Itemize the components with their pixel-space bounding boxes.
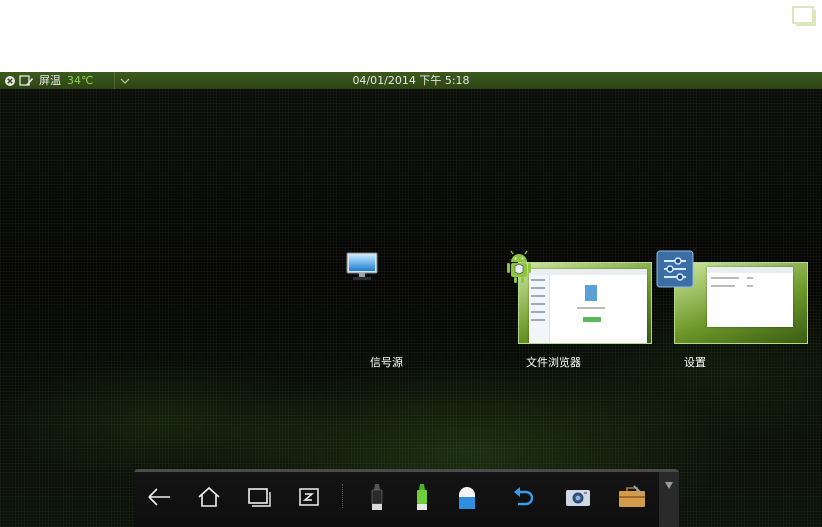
back-icon[interactable] bbox=[144, 482, 174, 512]
undo-icon[interactable] bbox=[508, 482, 538, 512]
app-label: 文件浏览器 bbox=[526, 356, 581, 369]
datetime: 04/01/2014 下午 5:18 bbox=[352, 74, 470, 87]
app-thumbnail bbox=[518, 262, 652, 344]
black-marker-icon[interactable] bbox=[362, 482, 392, 512]
eraser-icon[interactable] bbox=[452, 482, 482, 512]
recent-app-file-browser[interactable]: 文件浏览器 bbox=[500, 250, 655, 372]
settings-sliders-icon bbox=[656, 250, 694, 292]
home-icon[interactable] bbox=[194, 482, 224, 512]
green-marker-icon[interactable] bbox=[407, 482, 437, 512]
monitor-icon bbox=[345, 250, 379, 288]
chevron-down-icon[interactable] bbox=[659, 472, 679, 527]
status-bar: 屏温 34℃ 04/01/2014 下午 5:18 bbox=[0, 72, 822, 89]
window-icon bbox=[791, 3, 817, 29]
camera-icon[interactable] bbox=[563, 482, 593, 512]
app-label: 设置 bbox=[684, 356, 706, 369]
recent-app-signal-source[interactable]: 信号源 bbox=[340, 250, 420, 370]
recent-apps-icon[interactable] bbox=[244, 482, 274, 512]
navigation-bar bbox=[134, 469, 679, 527]
toolbar-divider bbox=[342, 484, 344, 508]
zoom-icon[interactable] bbox=[294, 482, 324, 512]
android-icon bbox=[502, 250, 536, 290]
recent-app-settings[interactable]: 设置 bbox=[656, 250, 812, 372]
app-thumbnail bbox=[674, 262, 808, 344]
toolbox-icon[interactable] bbox=[617, 482, 647, 512]
device-screen: 屏温 34℃ 04/01/2014 下午 5:18 信号源 文件浏览器 设置 bbox=[0, 72, 822, 527]
app-label: 信号源 bbox=[370, 356, 403, 369]
window-preview bbox=[529, 269, 647, 343]
window-preview bbox=[707, 267, 793, 327]
